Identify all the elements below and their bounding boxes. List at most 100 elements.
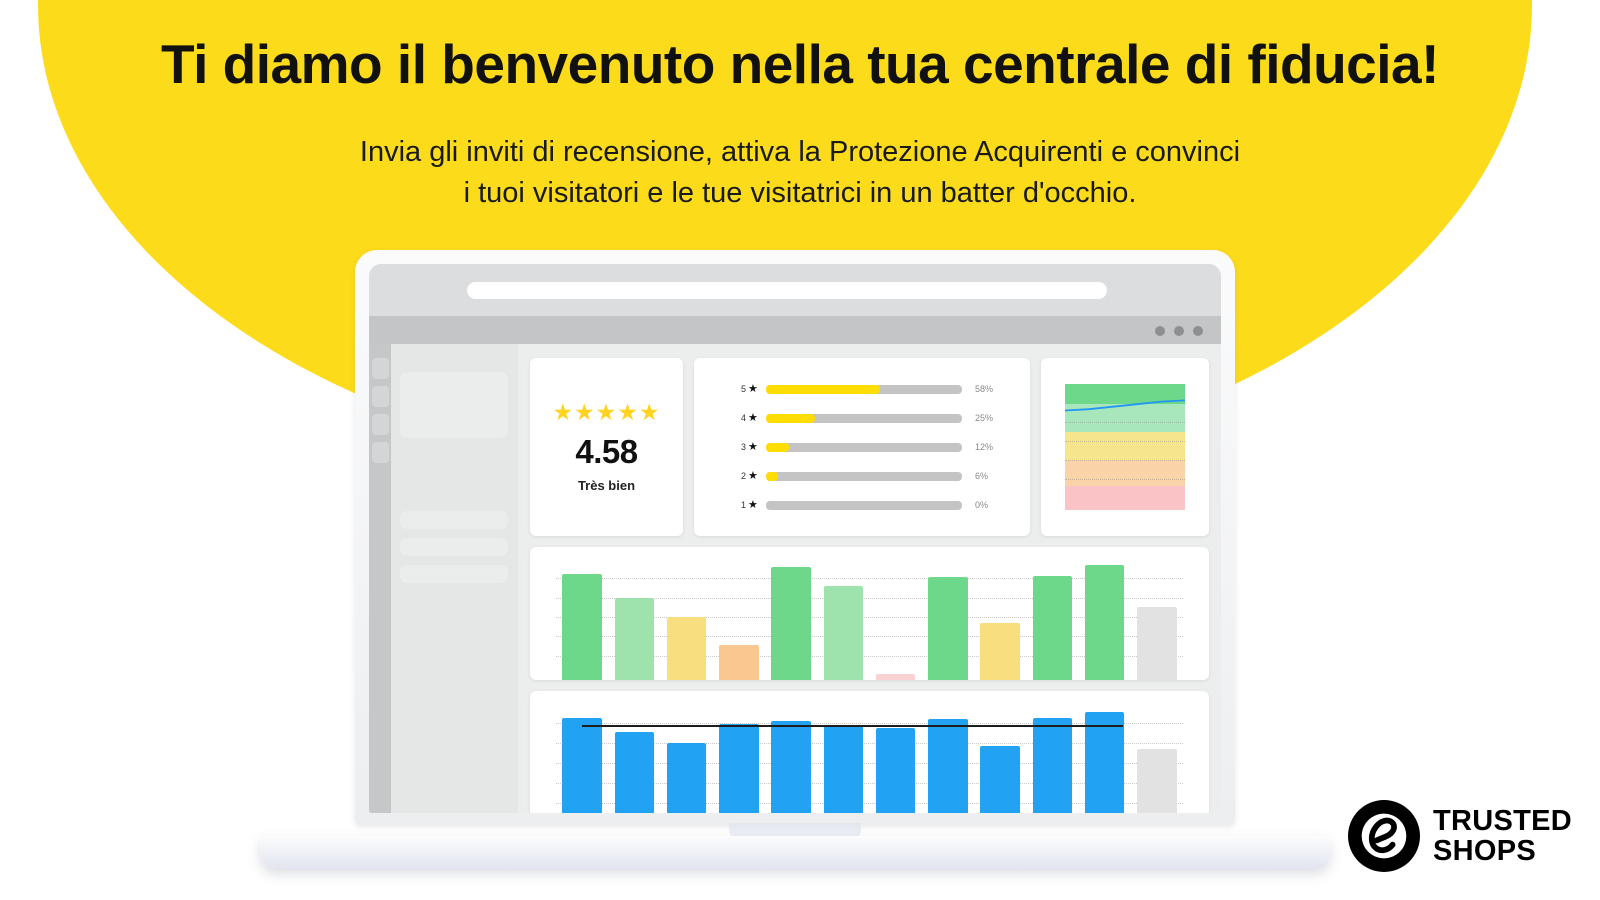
bar[interactable] xyxy=(719,644,759,680)
distribution-row: 1 ★ 0% xyxy=(720,491,1004,520)
sidebar-item-3[interactable] xyxy=(400,565,508,583)
bar[interactable] xyxy=(1032,718,1073,813)
distribution-star-count: 4 xyxy=(740,413,746,423)
monthly-reviews-plot xyxy=(556,703,1183,813)
bar-slot[interactable] xyxy=(1026,559,1078,680)
bar[interactable] xyxy=(666,617,707,680)
bar-slot[interactable] xyxy=(556,559,608,680)
bar-slot[interactable] xyxy=(1026,703,1078,813)
distribution-track xyxy=(765,471,962,481)
browser-toolbar xyxy=(369,264,1221,316)
bar[interactable] xyxy=(928,719,968,813)
rail-icon-1[interactable] xyxy=(372,358,389,379)
bar[interactable] xyxy=(1137,607,1177,680)
rail-icon-4[interactable] xyxy=(372,442,389,463)
window-controls[interactable] xyxy=(1155,326,1203,336)
bar-slot[interactable] xyxy=(765,703,817,813)
app-sidebar[interactable] xyxy=(391,344,518,813)
browser-tabbar xyxy=(369,316,1221,344)
distribution-track xyxy=(765,384,962,394)
logo-line-2: SHOPS xyxy=(1432,835,1536,867)
bar-slot[interactable] xyxy=(817,703,869,813)
monthly-rating-plot xyxy=(556,559,1183,680)
rail-icon-3[interactable] xyxy=(372,414,389,435)
browser-url-bar[interactable] xyxy=(467,282,1107,299)
bar-slot[interactable] xyxy=(556,703,608,813)
bar-slot[interactable] xyxy=(817,559,869,680)
bar-slot[interactable] xyxy=(765,559,817,680)
logo-wordmark: TRUSTED SHOPS xyxy=(1433,806,1572,866)
distribution-track xyxy=(765,413,962,423)
distribution-row: 2 ★ 6% xyxy=(720,462,1004,491)
bar[interactable] xyxy=(562,573,602,680)
bar-slot[interactable] xyxy=(713,703,765,813)
distribution-percent: 0% xyxy=(975,500,989,510)
distribution-row: 3 ★ 12% xyxy=(720,433,1004,462)
bar-slot[interactable] xyxy=(922,703,974,813)
bar-slot[interactable] xyxy=(608,703,660,813)
bar[interactable] xyxy=(1137,749,1177,813)
bar[interactable] xyxy=(823,725,864,813)
bar-slot[interactable] xyxy=(974,703,1026,813)
window-dot-icon[interactable] xyxy=(1174,326,1184,336)
sidebar-item-1[interactable] xyxy=(400,511,508,529)
bar[interactable] xyxy=(719,724,759,813)
distribution-fill xyxy=(765,413,815,423)
rating-bands-chart xyxy=(1065,384,1185,510)
distribution-fill xyxy=(765,442,790,452)
bar[interactable] xyxy=(666,743,707,813)
bar-slot[interactable] xyxy=(1131,559,1183,680)
laptop-base xyxy=(260,836,1330,869)
window-dot-icon[interactable] xyxy=(1155,326,1165,336)
bar[interactable] xyxy=(1084,565,1125,680)
distribution-star-count: 1 xyxy=(740,500,746,510)
bar[interactable] xyxy=(980,623,1020,680)
bar[interactable] xyxy=(1084,711,1125,813)
bar-slot[interactable] xyxy=(713,559,765,680)
bar-slot[interactable] xyxy=(1079,703,1131,813)
bar[interactable] xyxy=(980,745,1020,813)
distribution-track xyxy=(765,500,962,510)
page-title: Ti diamo il benvenuto nella tua centrale… xyxy=(161,33,1439,95)
laptop-screen: ★★★★★ 4.58 Très bien 5 ★ 58% 4 ★ 25% 3 ★ 12% 2 ★ 6%… xyxy=(369,264,1221,813)
rail-icon-2[interactable] xyxy=(372,386,389,407)
bar[interactable] xyxy=(771,720,811,813)
bar[interactable] xyxy=(1032,575,1073,680)
bar-slot[interactable] xyxy=(661,559,713,680)
bar-slot[interactable] xyxy=(870,559,922,680)
bar[interactable] xyxy=(823,585,864,680)
dashboard-content: ★★★★★ 4.58 Très bien 5 ★ 58% 4 ★ 25% 3 ★ 12% 2 ★ 6%… xyxy=(518,344,1221,813)
app-body: ★★★★★ 4.58 Très bien 5 ★ 58% 4 ★ 25% 3 ★ 12% 2 ★ 6%… xyxy=(369,344,1221,813)
bar-slot[interactable] xyxy=(608,559,660,680)
star-icon: ★ xyxy=(748,440,758,453)
distribution-row: 4 ★ 25% xyxy=(720,404,1004,433)
app-icon-rail[interactable] xyxy=(369,344,391,813)
subtitle-line-1: Invia gli inviti di recensione, attiva l… xyxy=(359,136,1241,168)
rating-value: 4.58 xyxy=(575,433,638,470)
bar-slot[interactable] xyxy=(1131,703,1183,813)
distribution-track xyxy=(765,442,962,452)
dashboard-top-row: ★★★★★ 4.58 Très bien 5 ★ 58% 4 ★ 25% 3 ★ 12% 2 ★ 6%… xyxy=(530,358,1209,536)
rating-summary-card: ★★★★★ 4.58 Très bien xyxy=(530,358,683,536)
star-icon-row: ★★★★★ xyxy=(552,399,661,425)
bar[interactable] xyxy=(875,673,916,680)
bar-slot[interactable] xyxy=(974,559,1026,680)
window-dot-icon[interactable] xyxy=(1193,326,1203,336)
laptop-mockup: ★★★★★ 4.58 Très bien 5 ★ 58% 4 ★ 25% 3 ★ 12% 2 ★ 6%… xyxy=(260,250,1330,870)
bar-slot[interactable] xyxy=(661,703,713,813)
distribution-percent: 25% xyxy=(975,413,994,423)
bar[interactable] xyxy=(771,567,811,680)
distribution-star-count: 2 xyxy=(740,471,746,481)
page-subtitle: Invia gli inviti di recensione, attiva l… xyxy=(0,132,1600,214)
bar[interactable] xyxy=(928,577,968,680)
sidebar-item-2[interactable] xyxy=(400,538,508,556)
bar[interactable] xyxy=(875,728,916,813)
bar[interactable] xyxy=(614,597,655,680)
bar[interactable] xyxy=(614,731,655,813)
bar-slot[interactable] xyxy=(922,559,974,680)
subtitle-line-2: i tuoi visitatori e le tue visitatrici i… xyxy=(463,177,1137,210)
bar[interactable] xyxy=(562,718,602,813)
bar-slot[interactable] xyxy=(870,703,922,813)
bar-slot[interactable] xyxy=(1079,559,1131,680)
sidebar-block-hero[interactable] xyxy=(400,372,508,438)
